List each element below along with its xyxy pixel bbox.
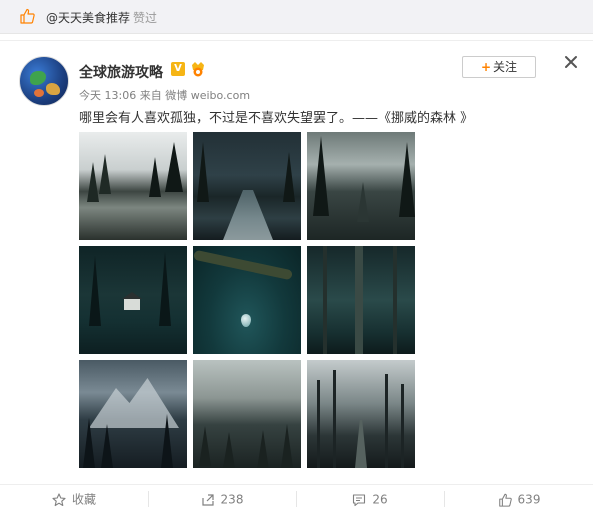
follow-button[interactable]: + 关注	[462, 56, 536, 78]
favorite-label: 收藏	[71, 492, 96, 507]
thumbs-up-icon	[498, 493, 512, 507]
post-image-water-droplet-branch[interactable]	[193, 246, 301, 354]
like-count: 639	[517, 492, 541, 507]
repost-icon	[201, 493, 214, 506]
post-text: 哪里会有人喜欢孤独，不过是不喜欢失望罢了。——《挪威的森林 》	[79, 111, 474, 126]
post-image-forest-cabin[interactable]	[79, 246, 187, 354]
verified-badge-icon: V	[171, 62, 185, 76]
post-image-foggy-valley-forest[interactable]	[193, 360, 301, 468]
post-meta: 今天 13:06 来自 微博 weibo.com	[79, 87, 250, 103]
thumbs-up-icon	[20, 8, 35, 24]
star-icon	[52, 492, 66, 506]
liked-by-action: 赞过	[133, 11, 158, 25]
repost-count: 238	[220, 492, 244, 507]
liked-by-user-link[interactable]: @天天美食推荐	[46, 11, 130, 25]
follow-label: 关注	[493, 60, 518, 74]
post-image-forest-river[interactable]	[193, 132, 301, 240]
post-time[interactable]: 今天 13:06	[79, 89, 136, 102]
favorite-button[interactable]: 收藏	[0, 485, 148, 512]
avatar[interactable]	[19, 56, 69, 106]
close-icon[interactable]	[563, 54, 579, 70]
post-image-misty-lake-forest[interactable]	[79, 132, 187, 240]
action-bar: 收藏 238 26 639	[0, 484, 593, 512]
plus-icon: +	[480, 60, 492, 74]
post-source[interactable]: 微博 weibo.com	[165, 89, 250, 102]
like-button[interactable]: 639	[445, 485, 593, 512]
post-image-misty-forest-path[interactable]	[307, 360, 415, 468]
source-prefix: 来自	[139, 89, 162, 102]
comment-count: 26	[372, 492, 388, 507]
post-image-foggy-mountain-pines[interactable]	[307, 132, 415, 240]
post-image-misty-mountains[interactable]	[79, 360, 187, 468]
comment-icon	[353, 493, 366, 506]
liked-by-banner: @天天美食推荐 赞过	[0, 0, 593, 34]
post-image-dark-forest-tree[interactable]	[307, 246, 415, 354]
author-name[interactable]: 全球旅游攻略	[79, 62, 163, 82]
vip-badge-icon	[192, 62, 204, 77]
comment-button[interactable]: 26	[296, 485, 444, 512]
repost-button[interactable]: 238	[148, 485, 296, 512]
